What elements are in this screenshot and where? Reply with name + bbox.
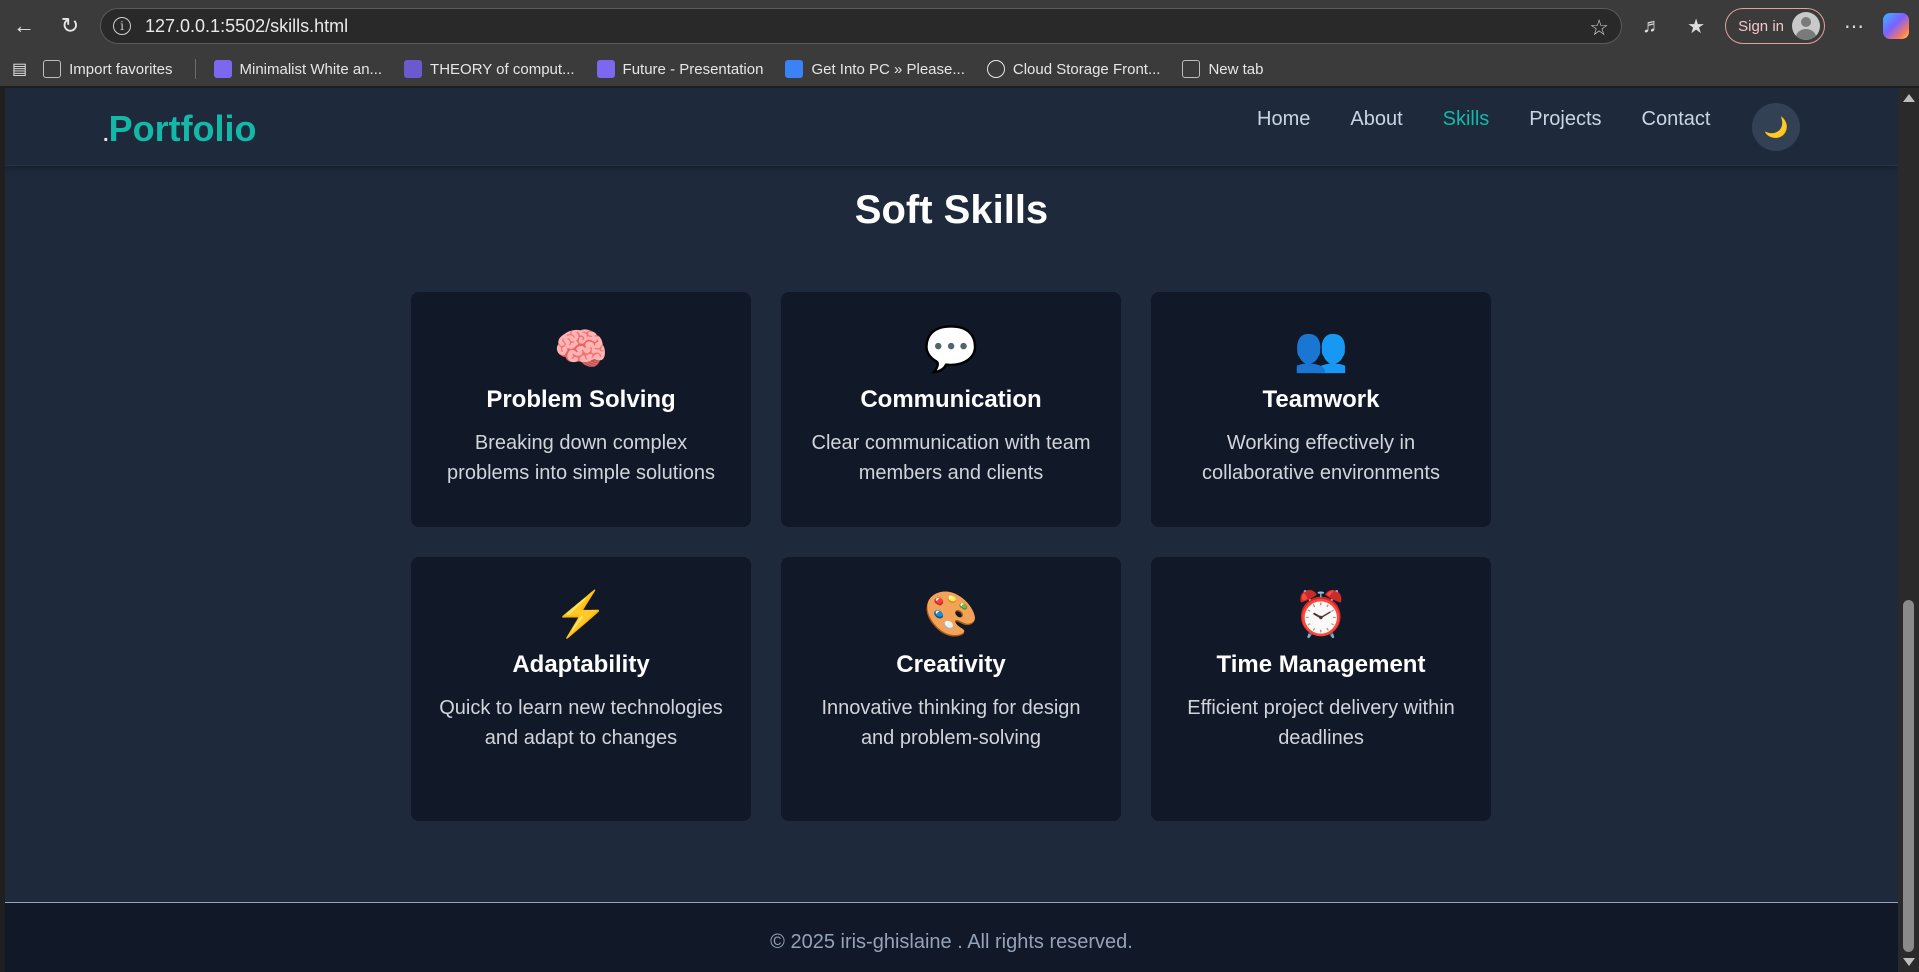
skill-description: Quick to learn new technologies and adap… xyxy=(439,697,723,749)
skill-card: 🎨 Creativity Innovative thinking for des… xyxy=(781,557,1121,821)
bookmark-new-tab[interactable]: New tab xyxy=(1182,60,1263,78)
bookmark-getintopc[interactable]: Get Into PC » Please... xyxy=(785,60,965,78)
skill-title: Problem Solving xyxy=(486,386,676,413)
copyright-text: © 2025 iris-ghislaine . All rights reser… xyxy=(770,931,1133,953)
back-arrow-icon[interactable]: ← xyxy=(4,6,44,46)
site-header: .Portfolio Home About Skills Projects Co… xyxy=(5,88,1898,166)
skill-title: Creativity xyxy=(896,651,1006,678)
section-title: Soft Skills xyxy=(854,188,1049,232)
skill-description: Efficient project delivery within deadli… xyxy=(1187,697,1455,749)
bookmark-label: Get Into PC » Please... xyxy=(811,60,965,78)
speech-bubble-icon: 💬 xyxy=(923,325,979,374)
logo-text: Portfolio xyxy=(108,108,257,149)
lightning-icon: ⚡ xyxy=(553,590,609,639)
skill-description: Innovative thinking for design and probl… xyxy=(821,697,1081,749)
nav-about[interactable]: About xyxy=(1350,108,1402,131)
skill-card: ⏰ Time Management Efficient project deli… xyxy=(1151,557,1491,821)
avatar xyxy=(1792,12,1820,40)
bookmark-label: Future - Presentation xyxy=(622,60,764,78)
moon-icon: 🌙 xyxy=(1763,116,1789,139)
tab-actions-icon[interactable]: ▤ xyxy=(12,59,27,79)
people-icon: 👥 xyxy=(1293,325,1349,374)
bookmark-import-favorites[interactable]: Import favorites xyxy=(43,60,173,78)
page-icon xyxy=(785,60,804,78)
nav-skills[interactable]: Skills xyxy=(1443,108,1490,131)
scroll-thumb[interactable] xyxy=(1903,600,1914,952)
folder-icon xyxy=(43,60,62,78)
new-tab-icon xyxy=(1182,60,1201,78)
bookmarks-bar: ▤ Import favorites Minimalist White an..… xyxy=(0,52,1919,86)
page-icon xyxy=(213,60,232,78)
bookmark-cloud-storage[interactable]: Cloud Storage Front... xyxy=(986,60,1161,78)
skill-title: Time Management xyxy=(1216,651,1426,678)
browser-toolbar: ← ↻ i 127.0.0.1:5502/skills.html ☆ ♬ ★ S… xyxy=(0,0,1919,52)
scroll-down-icon[interactable] xyxy=(1903,958,1915,966)
skill-card: 🧠 Problem Solving Breaking down complex … xyxy=(411,292,751,527)
site-info-icon[interactable]: i xyxy=(113,17,131,35)
bookmark-label: New tab xyxy=(1208,60,1264,78)
favorite-star-icon[interactable]: ☆ xyxy=(1589,15,1609,41)
skill-description: Clear communication with team members an… xyxy=(811,432,1091,484)
nav-projects[interactable]: Projects xyxy=(1529,108,1601,131)
url-text: 127.0.0.1:5502/skills.html xyxy=(145,15,349,36)
skill-card: 👥 Teamwork Working effectively in collab… xyxy=(1151,292,1491,527)
sign-in-label: Sign in xyxy=(1738,17,1784,35)
bookmark-label: Minimalist White an... xyxy=(239,60,383,78)
palette-icon: 🎨 xyxy=(923,590,979,639)
more-menu-icon[interactable]: ⋯ xyxy=(1839,14,1869,39)
read-aloud-icon[interactable]: ♬ xyxy=(1637,15,1667,38)
favorites-icon[interactable]: ★ xyxy=(1681,14,1711,39)
vertical-scrollbar[interactable] xyxy=(1898,88,1919,972)
nav-contact[interactable]: Contact xyxy=(1642,108,1711,131)
skill-description: Working effectively in collaborative env… xyxy=(1202,432,1440,484)
divider xyxy=(194,59,196,79)
page-icon xyxy=(596,60,615,78)
skill-title: Teamwork xyxy=(1262,386,1380,413)
skill-card: 💬 Communication Clear communication with… xyxy=(781,292,1121,527)
page-viewport: .Portfolio Home About Skills Projects Co… xyxy=(5,88,1898,972)
address-bar[interactable]: i 127.0.0.1:5502/skills.html ☆ xyxy=(100,8,1622,44)
theme-toggle-button[interactable]: 🌙 xyxy=(1752,103,1800,151)
sign-in-button[interactable]: Sign in xyxy=(1725,8,1825,44)
copilot-icon[interactable] xyxy=(1883,13,1909,39)
alarm-clock-icon: ⏰ xyxy=(1293,590,1349,639)
bookmark-theory[interactable]: THEORY of comput... xyxy=(404,60,575,78)
brain-icon: 🧠 xyxy=(553,325,609,374)
scroll-up-icon[interactable] xyxy=(1903,94,1915,102)
site-logo[interactable]: .Portfolio xyxy=(103,108,257,150)
main-nav: Home About Skills Projects Contact xyxy=(1257,108,1710,131)
reload-icon[interactable]: ↻ xyxy=(50,6,90,46)
bookmark-future[interactable]: Future - Presentation xyxy=(596,60,764,78)
page-icon xyxy=(404,60,423,78)
globe-icon xyxy=(986,60,1005,78)
bookmark-label: Cloud Storage Front... xyxy=(1012,60,1161,78)
bookmark-minimalist[interactable]: Minimalist White an... xyxy=(213,60,383,78)
skill-card: ⚡ Adaptability Quick to learn new techno… xyxy=(411,557,751,821)
skill-title: Communication xyxy=(860,386,1042,413)
skill-description: Breaking down complex problems into simp… xyxy=(447,432,715,484)
bookmark-label: Import favorites xyxy=(69,60,173,78)
skill-title: Adaptability xyxy=(512,651,650,678)
bookmark-label: THEORY of comput... xyxy=(430,60,575,78)
nav-home[interactable]: Home xyxy=(1257,108,1310,131)
site-footer: © 2025 iris-ghislaine . All rights reser… xyxy=(5,902,1898,972)
